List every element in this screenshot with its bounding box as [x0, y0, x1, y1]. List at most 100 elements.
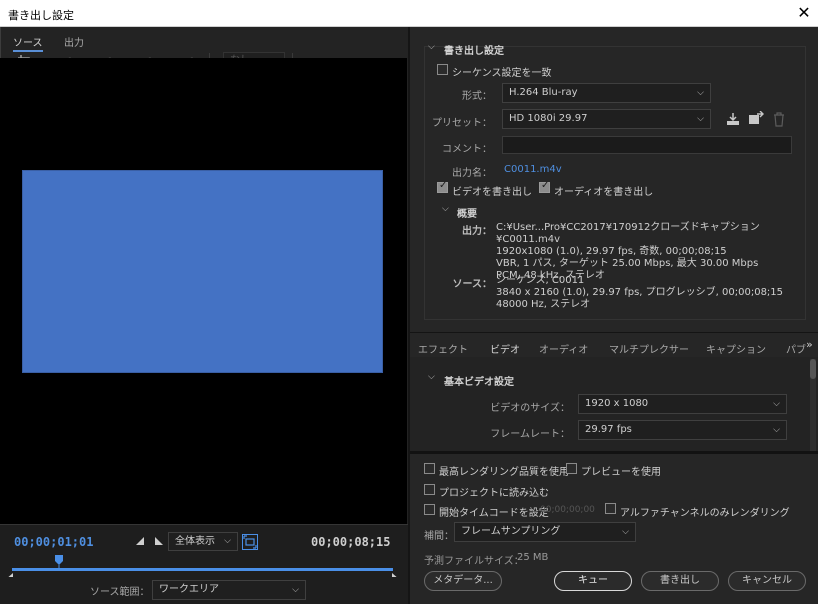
source-range-select[interactable]: ワークエリア ⌵ — [152, 580, 306, 600]
save-preset-icon[interactable] — [725, 111, 741, 127]
current-timecode[interactable]: 00;00;01;01 — [14, 535, 93, 549]
summary-output-line: 1920x1080 (1.0), 29.97 fps, 奇数, 00;00;08… — [496, 246, 727, 257]
tab-audio[interactable]: オーディオ — [539, 341, 588, 356]
match-sequence-label: シーケンス設定を一致 — [452, 68, 552, 79]
comment-field[interactable] — [502, 136, 792, 154]
chevron-down-icon[interactable]: ⌵ — [442, 204, 449, 214]
preset-label: プリセット： — [432, 118, 492, 129]
format-select[interactable]: H.264 Blu-ray ⌵ — [502, 83, 711, 103]
start-timecode-value[interactable]: 00;00;00;00 — [540, 505, 595, 515]
basic-video-settings-title: 基本ビデオ設定 — [444, 377, 514, 388]
video-size-value: 1920 x 1080 — [585, 398, 649, 409]
output-name-label: 出力名： — [452, 168, 492, 179]
chevron-down-icon[interactable]: ⌵ — [428, 372, 435, 382]
summary-output-lines: C:¥User...Pro¥CC2017¥170912クローズドキャプション¥C… — [496, 222, 818, 282]
metadata-button[interactable]: メタデータ... — [424, 571, 502, 591]
scrollbar[interactable] — [810, 359, 816, 451]
match-sequence-checkbox[interactable] — [437, 64, 448, 78]
export-settings-title: 書き出し設定 — [444, 46, 504, 57]
divider — [410, 332, 818, 333]
export-video-checkbox[interactable] — [437, 180, 448, 193]
export-settings-pane: ⌵ 書き出し設定 シーケンス設定を一致 形式： H.264 Blu-ray ⌵ … — [408, 27, 818, 604]
title-bar: 書き出し設定 ✕ — [0, 0, 818, 27]
work-area-bar[interactable] — [12, 568, 393, 571]
tab-captions[interactable]: キャプション — [706, 341, 766, 356]
set-out-point-icon[interactable] — [154, 536, 164, 546]
preset-value: HD 1080i 29.97 — [509, 113, 588, 124]
chevron-down-icon: ⌵ — [773, 399, 780, 409]
import-into-project-checkbox[interactable] — [424, 484, 435, 498]
chevron-down-icon: ⌵ — [773, 425, 780, 435]
max-render-quality-checkbox[interactable] — [424, 463, 435, 477]
import-into-project-label: プロジェクトに読み込む — [439, 488, 549, 499]
alpha-only-checkbox[interactable] — [605, 503, 616, 517]
aspect-ratio-correction-icon[interactable] — [242, 534, 258, 550]
use-previews-label: プレビューを使用 — [581, 467, 661, 478]
zoom-value: 全体表示 — [175, 536, 215, 547]
chevron-down-icon: ⌵ — [224, 536, 231, 546]
tab-publish[interactable]: パブ — [786, 341, 806, 356]
export-audio-checkbox[interactable] — [539, 180, 550, 193]
preset-select[interactable]: HD 1080i 29.97 ⌵ — [502, 109, 711, 129]
source-range-row: ソース範囲： ワークエリア ⌵ — [0, 577, 408, 604]
close-icon[interactable]: ✕ — [794, 2, 814, 24]
chevron-down-icon: ⌵ — [292, 585, 299, 595]
summary-output-key: 出力： — [462, 226, 492, 237]
start-timecode-label: 開始タイムコードを設定 — [439, 508, 549, 519]
summary-output-line: VBR, 1 パス, ターゲット 25.00 Mbps, 最大 30.00 Mb… — [496, 258, 759, 269]
tab-video[interactable]: ビデオ — [490, 341, 520, 359]
export-button[interactable]: 書き出し — [641, 571, 719, 591]
chevron-down-icon: ⌵ — [697, 88, 704, 98]
zoom-select[interactable]: 全体表示 ⌵ — [168, 532, 238, 551]
file-size-value: 25 MB — [517, 552, 549, 563]
duration-timecode: 00;00;08;15 — [311, 535, 391, 549]
export-audio-label: オーディオを書き出し — [554, 187, 654, 198]
summary-source-lines: シーケンス, C0011 3840 x 2160 (1.0), 29.97 fp… — [496, 275, 783, 311]
chevron-down-icon[interactable]: ⌵ — [428, 42, 435, 52]
max-render-quality-label: 最高レンダリング品質を使用 — [439, 467, 569, 478]
video-size-label: ビデオのサイズ： — [490, 403, 570, 414]
frame-rate-value: 29.97 fps — [585, 424, 632, 435]
cancel-button[interactable]: キャンセル — [728, 571, 806, 591]
interpolation-value: フレームサンプリング — [461, 526, 561, 537]
tab-multiplexer[interactable]: マルチプレクサー — [609, 341, 689, 356]
window-title: 書き出し設定 — [8, 9, 74, 22]
preview-canvas — [0, 58, 407, 524]
start-timecode-checkbox[interactable] — [424, 504, 435, 518]
source-range-label: ソース範囲： — [90, 587, 150, 598]
import-preset-icon[interactable] — [747, 110, 765, 127]
comment-label: コメント： — [442, 144, 492, 155]
output-name-link[interactable]: C0011.m4v — [504, 164, 562, 175]
timeline-controls: 00;00;01;01 全体表示 ⌵ 00;00;08;15 — [0, 524, 408, 580]
tab-effects[interactable]: エフェクト — [418, 341, 468, 356]
tab-output[interactable]: 出力 — [64, 34, 84, 49]
alpha-only-label: アルファチャンネルのみレンダリング — [620, 508, 790, 519]
interpolation-label: 補間： — [424, 531, 454, 542]
frame-rate-label: フレームレート： — [490, 429, 570, 440]
chevron-down-icon: ⌵ — [697, 114, 704, 124]
use-previews-checkbox[interactable] — [566, 463, 577, 477]
summary-title: 概要 — [457, 209, 477, 220]
format-label: 形式： — [462, 91, 492, 102]
set-in-point-icon[interactable] — [135, 536, 145, 546]
summary-output-line: C:¥User...Pro¥CC2017¥170912クローズドキャプション¥C… — [496, 222, 760, 245]
video-size-select[interactable]: 1920 x 1080 ⌵ — [578, 394, 787, 414]
export-video-label: ビデオを書き出し — [452, 187, 532, 198]
file-size-label: 予測ファイルサイズ： — [424, 556, 524, 567]
frame-rate-select[interactable]: 29.97 fps ⌵ — [578, 420, 787, 440]
tabs-overflow-icon[interactable]: » — [806, 338, 813, 351]
chevron-down-icon: ⌵ — [622, 527, 629, 537]
scrollbar-thumb[interactable] — [810, 359, 816, 379]
source-range-value: ワークエリア — [159, 584, 219, 595]
summary-source-line: 48000 Hz, ステレオ — [496, 299, 591, 310]
panel-splitter[interactable] — [410, 451, 818, 454]
delete-preset-icon[interactable] — [772, 111, 786, 127]
queue-button[interactable]: キュー — [554, 571, 632, 591]
playhead-icon[interactable] — [54, 554, 64, 568]
summary-source-line: シーケンス, C0011 — [496, 275, 585, 286]
interpolation-select[interactable]: フレームサンプリング ⌵ — [454, 522, 636, 542]
video-preview-frame — [22, 170, 383, 373]
tab-source[interactable]: ソース — [13, 34, 43, 52]
format-value: H.264 Blu-ray — [509, 87, 578, 98]
summary-source-line: 3840 x 2160 (1.0), 29.97 fps, プログレッシブ, 0… — [496, 287, 784, 298]
